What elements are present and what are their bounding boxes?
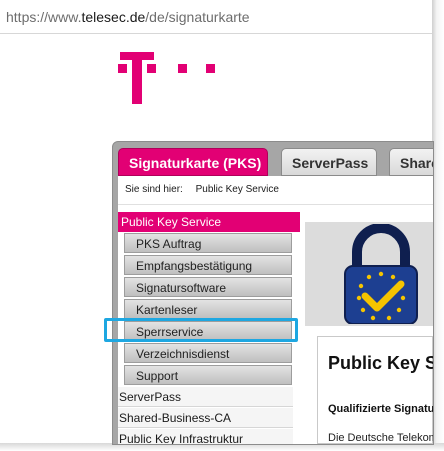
sidebar-item-serverpass[interactable]: ServerPass bbox=[118, 387, 293, 407]
sidebar-item-empfangsbestaetigung[interactable]: Empfangsbestätigung bbox=[124, 255, 292, 275]
intro-paragraph: Die Deutsche Telekom bbox=[328, 432, 434, 444]
sidebar-item-support[interactable]: Support bbox=[124, 365, 292, 385]
sidebar-item-verzeichnisdienst[interactable]: Verzeichnisdienst bbox=[124, 343, 292, 363]
sidebar-item-kartenleser[interactable]: Kartenleser bbox=[124, 299, 292, 319]
tab-shared[interactable]: Shared bbox=[389, 148, 433, 176]
breadcrumb-current[interactable]: Public Key Service bbox=[196, 184, 279, 195]
tab-signaturkarte[interactable]: Signaturkarte (PKS) bbox=[118, 148, 268, 176]
sidebar-item-pks-auftrag[interactable]: PKS Auftrag bbox=[124, 233, 292, 253]
sidebar-item-signatursoftware[interactable]: Signatursoftware bbox=[124, 277, 292, 297]
url-domain: telesec.de bbox=[81, 9, 146, 25]
address-bar[interactable]: https://www.telesec.de/de/signaturkarte bbox=[0, 0, 432, 34]
padlock-eu-icon bbox=[344, 224, 418, 324]
portal-content: Sie sind hier: Public Key Service Public… bbox=[118, 176, 433, 444]
telekom-logo[interactable] bbox=[114, 48, 224, 104]
banner-image bbox=[305, 212, 433, 326]
page-title: Public Key Se bbox=[328, 353, 433, 373]
url-prefix: https://www. bbox=[6, 9, 82, 25]
sidebar-item-public-key-infrastruktur[interactable]: Public Key Infrastruktur bbox=[118, 429, 293, 444]
breadcrumb-label: Sie sind hier: bbox=[125, 184, 183, 195]
sperrservice-highlight-box bbox=[104, 318, 298, 342]
breadcrumb: Sie sind hier: Public Key Service bbox=[118, 176, 433, 205]
portal-frame: Signaturkarte (PKS) ServerPass Shared Si… bbox=[112, 141, 434, 445]
section-heading: Qualifizierte Signatur bbox=[328, 403, 434, 415]
url-path: /de/signaturkarte bbox=[145, 9, 250, 25]
sidebar-item-public-key-service[interactable]: Public Key Service bbox=[118, 212, 300, 232]
content-card: Public Key Se Qualifizierte Signatur Die… bbox=[317, 336, 433, 444]
tab-serverpass[interactable]: ServerPass bbox=[281, 148, 377, 176]
sidebar-item-shared-business-ca[interactable]: Shared-Business-CA bbox=[118, 408, 293, 428]
